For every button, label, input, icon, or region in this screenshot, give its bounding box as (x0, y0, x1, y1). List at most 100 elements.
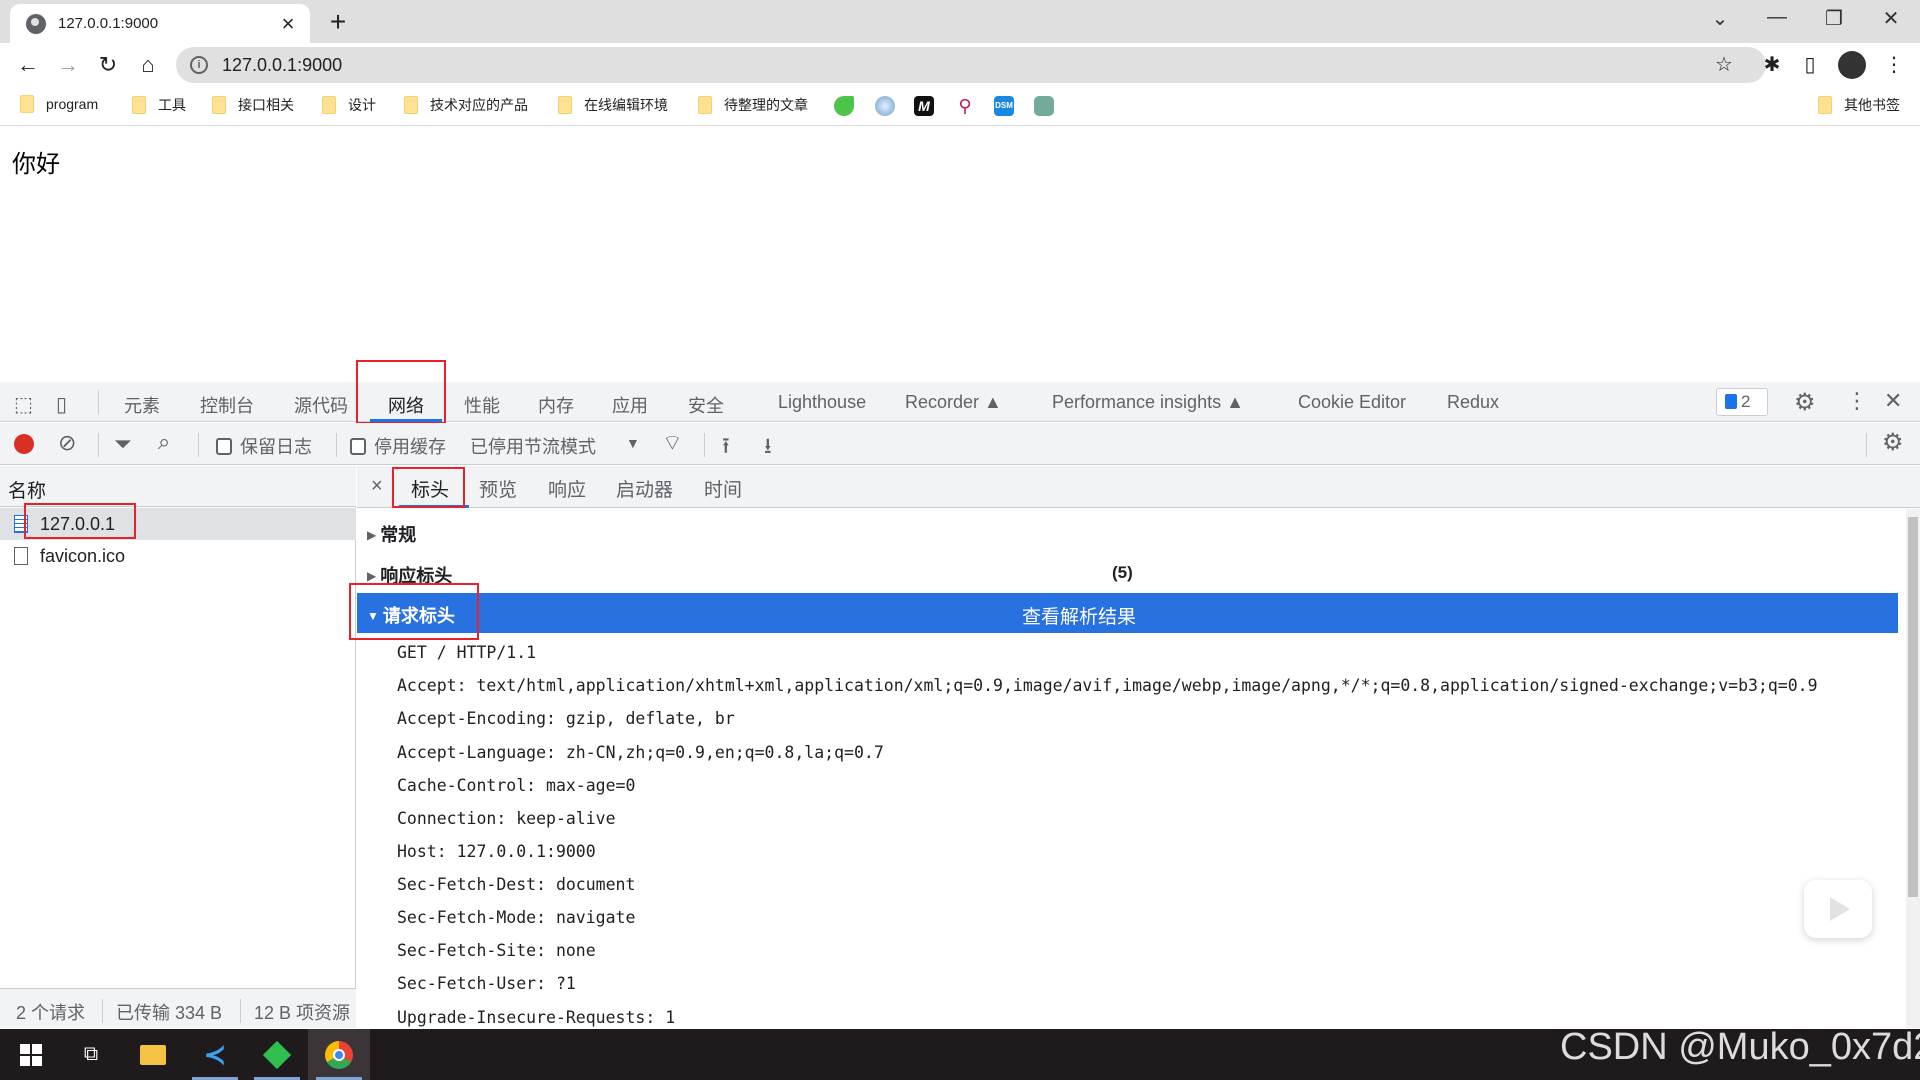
reload-button[interactable]: ↻ (92, 49, 124, 81)
clear-icon[interactable]: ⊘ (58, 430, 76, 456)
tab-console[interactable]: 控制台 (200, 392, 254, 418)
tab-lighthouse[interactable]: Lighthouse (778, 392, 866, 413)
device-toolbar-icon[interactable]: ▯ (56, 392, 67, 417)
tab-elements[interactable]: 元素 (124, 392, 160, 418)
close-detail-icon[interactable]: × (371, 475, 383, 498)
tab-response[interactable]: 响应 (548, 475, 586, 502)
request-headers-section-toggle[interactable]: ▼ 请求标头 查看解析结果 (357, 593, 1898, 633)
settings-gear-icon[interactable]: ⚙ (1794, 388, 1816, 417)
dsm-bookmark-icon[interactable]: DSM (994, 96, 1014, 116)
network-settings-gear-icon[interactable]: ⚙ (1882, 428, 1904, 457)
tab-preview[interactable]: 预览 (479, 475, 517, 502)
green-app-icon[interactable] (246, 1029, 308, 1080)
leaf-bookmark-icon[interactable] (834, 96, 854, 116)
import-har-icon[interactable]: ⭱ (722, 429, 730, 467)
extensions-icon[interactable]: ✱ (1758, 51, 1786, 79)
header-line: Cache-Control: max-age=0 (397, 776, 636, 795)
address-bar[interactable]: i 127.0.0.1:9000 (176, 47, 1766, 83)
header-line: Accept: text/html,application/xhtml+xml,… (397, 676, 1818, 695)
tab-search-icon[interactable]: ⌄ (1700, 6, 1740, 31)
bookmark-folder[interactable]: 工具 (132, 95, 186, 115)
view-parsed-button[interactable]: 查看解析结果 (1022, 602, 1136, 629)
divider (704, 433, 705, 457)
m-bookmark-icon[interactable]: M (914, 96, 934, 116)
vscode-icon[interactable]: ≺ (184, 1029, 246, 1080)
floating-play-button[interactable] (1804, 880, 1872, 938)
bookmark-label: 工具 (158, 97, 186, 113)
bookmark-label: 在线编辑环境 (584, 97, 668, 113)
throttling-select[interactable]: 已停用节流模式 (470, 433, 596, 459)
other-bookmarks[interactable]: 其他书签 (1818, 95, 1900, 115)
record-button[interactable] (14, 434, 34, 454)
network-conditions-icon[interactable]: ⌔ (662, 429, 683, 457)
back-button[interactable]: ← (12, 49, 44, 81)
scrollbar[interactable] (1906, 509, 1920, 1028)
windows-start-icon[interactable] (0, 1029, 62, 1080)
tab-security[interactable]: 安全 (688, 392, 724, 418)
network-toolbar: ⊘ ⏷ ⌕ 保留日志 停用缓存 已停用节流模式 ▼ ⌔ ⭱ ⭳ ⚙ (0, 423, 1920, 465)
bookmark-folder[interactable]: 设计 (322, 95, 376, 115)
export-har-icon[interactable]: ⭳ (764, 429, 772, 467)
search-icon[interactable]: ⌕ (158, 429, 170, 455)
bookmark-label: program (46, 96, 99, 112)
inspect-element-icon[interactable]: ⬚ (14, 392, 33, 417)
bookmark-folder[interactable]: 技术对应的产品 (404, 95, 528, 115)
tab-timing[interactable]: 时间 (704, 475, 742, 502)
chevron-down-icon[interactable]: ▼ (626, 435, 640, 451)
tab-performance[interactable]: 性能 (464, 392, 500, 418)
globe-bookmark-icon[interactable] (875, 96, 895, 116)
highlight-box (356, 360, 446, 424)
task-view-icon[interactable]: ⧉ (60, 1029, 122, 1080)
restore-button[interactable]: ❐ (1814, 6, 1854, 31)
tab-recorder[interactable]: Recorder ▲ (905, 392, 1002, 413)
star-icon[interactable]: ☆ (1710, 51, 1738, 79)
openai-bookmark-icon[interactable] (1034, 96, 1054, 116)
browser-tab[interactable]: 127.0.0.1:9000 × (10, 4, 310, 43)
bookmark-folder[interactable]: 待整理的文章 (698, 95, 808, 115)
close-window-button[interactable]: ✕ (1871, 6, 1911, 31)
headers-panel: ▶ 常规 ▶ 响应标头 (5) ▼ 请求标头 查看解析结果 GET / HTTP/1.… (357, 509, 1907, 1028)
tab-cookie-editor[interactable]: Cookie Editor (1298, 392, 1406, 413)
disable-cache-checkbox[interactable]: 停用缓存 (350, 433, 446, 459)
globe-icon (26, 13, 46, 34)
highlight-box (349, 583, 479, 640)
new-tab-button[interactable]: + (322, 6, 354, 38)
folder-icon (132, 96, 146, 114)
side-panel-icon[interactable]: ▯ (1796, 51, 1824, 79)
tab-performance-insights[interactable]: Performance insights ▲ (1052, 392, 1244, 413)
profile-avatar[interactable] (1838, 51, 1866, 79)
close-tab-icon[interactable]: × (274, 11, 302, 37)
minimize-button[interactable]: — (1757, 6, 1797, 29)
forward-button[interactable]: → (52, 49, 84, 81)
general-section-toggle[interactable]: ▶ 常规 (367, 521, 416, 547)
browser-menu-icon[interactable]: ⋮ (1880, 51, 1908, 79)
bookmark-folder[interactable]: program (20, 95, 98, 113)
info-icon[interactable]: i (190, 56, 208, 74)
divider (98, 433, 99, 457)
home-button[interactable]: ⌂ (132, 49, 164, 81)
bookmark-folder[interactable]: 在线编辑环境 (558, 95, 668, 115)
close-devtools-icon[interactable]: ✕ (1884, 388, 1902, 414)
radio-tower-icon[interactable]: ⚲ (955, 96, 975, 116)
preserve-log-label: 保留日志 (240, 437, 312, 457)
name-column-header[interactable]: 名称 (0, 466, 356, 507)
tab-sources[interactable]: 源代码 (294, 392, 348, 418)
header-line: Accept-Language: zh-CN,zh;q=0.9,en;q=0.8… (397, 743, 884, 762)
tab-application[interactable]: 应用 (612, 392, 648, 418)
bookmark-label: 待整理的文章 (724, 97, 808, 113)
tab-initiator[interactable]: 启动器 (616, 475, 673, 502)
filter-icon[interactable]: ⏷ (114, 431, 132, 457)
devtools-menu-icon[interactable]: ⋮ (1846, 388, 1868, 414)
page-text: 你好 (12, 151, 60, 178)
header-line: Accept-Encoding: gzip, deflate, br (397, 709, 735, 728)
divider (98, 390, 99, 414)
tab-memory[interactable]: 内存 (538, 392, 574, 418)
issues-button[interactable]: 2 (1716, 388, 1768, 416)
preserve-log-checkbox[interactable]: 保留日志 (216, 433, 312, 459)
bookmark-folder[interactable]: 接口相关 (212, 95, 294, 115)
scrollbar-thumb[interactable] (1908, 517, 1918, 897)
request-row[interactable]: favicon.ico (0, 540, 356, 572)
file-explorer-icon[interactable] (122, 1029, 184, 1080)
tab-redux[interactable]: Redux (1447, 392, 1499, 413)
chrome-icon[interactable] (308, 1029, 370, 1080)
